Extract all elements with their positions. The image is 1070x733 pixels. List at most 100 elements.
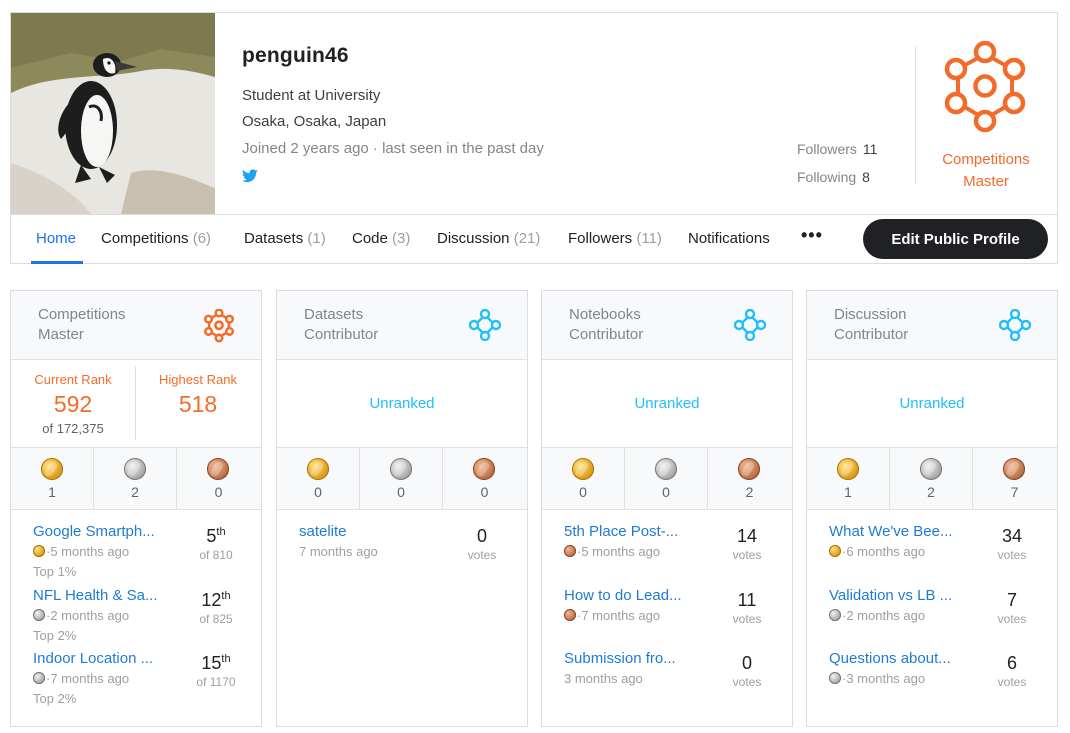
silver-medal-icon xyxy=(920,458,942,480)
gold-medals: 0 xyxy=(542,448,625,509)
edit-public-profile-button[interactable]: Edit Public Profile xyxy=(863,219,1048,259)
silver-medals: 0 xyxy=(360,448,443,509)
item-time: ·3 months ago xyxy=(842,671,926,686)
contributor-tier-icon xyxy=(734,309,766,341)
profile-header: penguin46 Student at University Osaka, O… xyxy=(10,12,1058,264)
rank-total: of 810 xyxy=(199,548,233,562)
current-rank: Current Rank 592 of 172,375 xyxy=(11,360,135,447)
tab-count: (6) xyxy=(192,230,212,247)
tab-code[interactable]: Code (3) xyxy=(352,230,410,247)
silver-medal-icon xyxy=(655,458,677,480)
card-title-line2: Contributor xyxy=(569,326,644,343)
unranked-label: Unranked xyxy=(899,395,965,412)
item-title[interactable]: satelite xyxy=(299,523,439,540)
tab-label: Followers xyxy=(568,230,633,247)
votes-label: votes xyxy=(732,675,762,689)
current-rank-value: 592 xyxy=(53,391,93,417)
item-rank: 15th of 1170 xyxy=(179,653,253,689)
following-count: 8 xyxy=(862,169,870,185)
card-header: Competitions Master xyxy=(11,291,261,360)
card-title: Competitions Master xyxy=(38,305,178,345)
item-votes: 7 votes xyxy=(975,590,1049,626)
card-title: Discussion Contributor xyxy=(834,305,974,345)
medal-count: 0 xyxy=(314,484,322,500)
rank-number: 5 xyxy=(206,526,217,546)
avatar[interactable] xyxy=(11,13,215,214)
votes-label: votes xyxy=(732,612,762,626)
item-title[interactable]: How to do Lead... xyxy=(564,587,704,604)
item-meta: ·7 months ago xyxy=(564,608,660,623)
votes-label: votes xyxy=(997,675,1027,689)
item-rank: 12th of 825 xyxy=(179,590,253,626)
gold-medals: 0 xyxy=(277,448,360,509)
rank-number: 12 xyxy=(201,590,222,610)
item-title[interactable]: Submission fro... xyxy=(564,650,704,667)
tab-home[interactable]: Home xyxy=(36,230,76,247)
gold-medal-icon xyxy=(307,458,329,480)
vote-count: 11 xyxy=(737,590,757,610)
vote-count: 7 xyxy=(1006,590,1017,610)
tab-count: (1) xyxy=(307,230,326,247)
rank-section: Unranked xyxy=(542,360,792,448)
item-votes: 34 votes xyxy=(975,526,1049,562)
item-title[interactable]: What We've Bee... xyxy=(829,523,969,540)
bronze-medal-icon xyxy=(564,609,576,621)
gold-medals: 1 xyxy=(11,448,94,509)
unranked-label: Unranked xyxy=(369,395,435,412)
item-time: ·7 months ago xyxy=(46,671,130,686)
medal-count: 2 xyxy=(745,484,754,500)
tab-competitions[interactable]: Competitions (6) xyxy=(101,230,211,247)
followers-stat[interactable]: Followers 11 xyxy=(797,141,877,157)
tier-label-line2: Master xyxy=(963,173,1009,190)
medal-count: 0 xyxy=(579,484,587,500)
vote-count: 0 xyxy=(741,653,752,673)
more-options-button[interactable]: ••• xyxy=(801,225,823,246)
silver-medal-icon xyxy=(390,458,412,480)
medal-count: 2 xyxy=(927,484,935,500)
item-time: ·6 months ago xyxy=(842,544,926,559)
votes-label: votes xyxy=(997,548,1027,562)
silver-medal-icon xyxy=(829,672,841,684)
tab-followers[interactable]: Followers (11) xyxy=(568,230,662,247)
rank-suffix: th xyxy=(216,526,226,538)
gold-medal-icon xyxy=(41,458,63,480)
item-title[interactable]: Validation vs LB ... xyxy=(829,587,969,604)
bronze-medals: 2 xyxy=(708,448,791,509)
joined-status: Joined 2 years ago · last seen in the pa… xyxy=(242,140,544,157)
bronze-medals: 7 xyxy=(973,448,1056,509)
card-title: Notebooks Contributor xyxy=(569,305,709,345)
silver-medal-icon xyxy=(33,609,45,621)
item-meta: ·7 months ago xyxy=(33,671,129,686)
item-title[interactable]: Questions about... xyxy=(829,650,969,667)
tab-notifications[interactable]: Notifications xyxy=(688,230,770,247)
card-title-line1: Datasets xyxy=(304,306,364,323)
item-title[interactable]: Indoor Location ... xyxy=(33,650,173,667)
tab-discussion[interactable]: Discussion (21) xyxy=(437,230,540,247)
silver-medals: 0 xyxy=(625,448,708,509)
item-time: 7 months ago xyxy=(299,544,378,559)
gold-medal-icon xyxy=(829,545,841,557)
item-time: ·7 months ago xyxy=(577,608,661,623)
medal-count: 0 xyxy=(480,484,489,500)
avatar-penguin-image xyxy=(11,13,215,214)
current-rank-label: Current Rank xyxy=(34,372,112,387)
divider xyxy=(915,46,916,184)
contributor-tier-icon xyxy=(999,309,1031,341)
card-title-line2: Master xyxy=(38,326,84,343)
medal-count: 0 xyxy=(397,484,405,500)
item-title[interactable]: NFL Health & Sa... xyxy=(33,587,173,604)
twitter-icon[interactable] xyxy=(242,169,258,183)
tab-datasets[interactable]: Datasets (1) xyxy=(244,230,326,247)
vote-count: 0 xyxy=(476,526,487,546)
rank-suffix: th xyxy=(221,590,231,602)
item-title[interactable]: 5th Place Post-... xyxy=(564,523,704,540)
datasets-tier-card: Datasets Contributor Unranked 0 0 0 sate… xyxy=(276,290,528,727)
item-title[interactable]: Google Smartph... xyxy=(33,523,173,540)
vote-count: 34 xyxy=(1001,526,1023,546)
item-votes: 14 votes xyxy=(710,526,784,562)
discussion-tier-card: Discussion Contributor Unranked 1 2 7 Wh… xyxy=(806,290,1058,727)
following-stat[interactable]: Following 8 xyxy=(797,169,870,185)
votes-label: votes xyxy=(732,548,762,562)
username: penguin46 xyxy=(242,44,349,67)
highest-rank-value: 518 xyxy=(178,391,218,417)
